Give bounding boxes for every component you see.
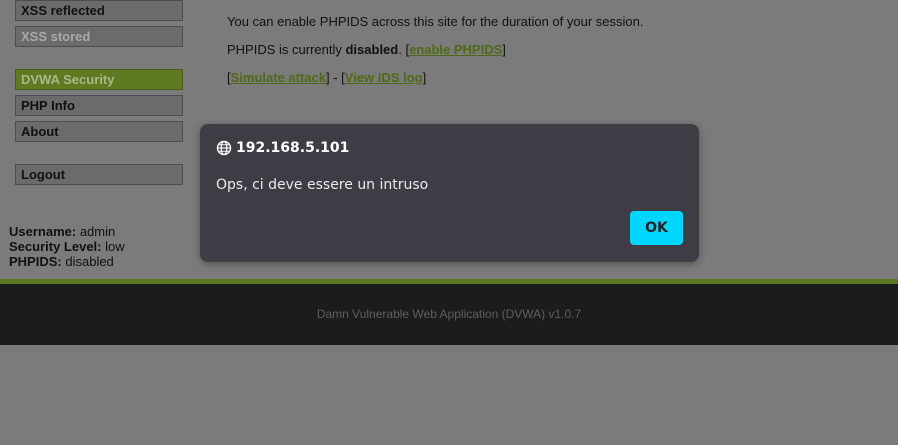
menu-item-label: PHP Info xyxy=(21,98,75,113)
simulate-attack-link[interactable]: Simulate attack xyxy=(231,70,326,85)
phpids-status: disabled xyxy=(345,42,399,57)
phpids-value: disabled xyxy=(65,254,114,269)
phpids-description: You can enable PHPIDS across this site f… xyxy=(227,14,644,29)
menu-item-about[interactable]: About xyxy=(15,121,183,142)
footer: Damn Vulnerable Web Application (DVWA) v… xyxy=(0,284,898,345)
username-value: admin xyxy=(79,224,116,239)
view-ids-log-link[interactable]: View IDS log xyxy=(345,70,423,85)
phpids-label: PHPIDS: xyxy=(9,254,62,269)
menu-item-label: XSS reflected xyxy=(21,3,105,18)
phpids-status-line: PHPIDS is currently disabled. [enable PH… xyxy=(227,42,506,57)
separator: ] - [ xyxy=(326,70,345,85)
user-info: Username: admin Security Level: low PHPI… xyxy=(9,224,125,269)
alert-dialog: 192.168.5.101 Ops, ci deve essere un int… xyxy=(200,124,699,262)
menu-item-label: About xyxy=(21,124,59,139)
footer-text: Damn Vulnerable Web Application (DVWA) v… xyxy=(316,307,582,321)
status-prefix: PHPIDS is currently xyxy=(227,42,346,57)
status-end: ] xyxy=(502,42,506,57)
ok-button[interactable]: OK xyxy=(630,211,683,245)
menu-item-dvwa-security[interactable]: DVWA Security xyxy=(15,69,183,90)
page-bottom-area xyxy=(0,345,898,445)
menu-item-php-info[interactable]: PHP Info xyxy=(15,95,183,116)
dialog-title: 192.168.5.101 xyxy=(236,140,350,156)
username-label: Username: xyxy=(9,224,77,239)
menu-item-xss-stored[interactable]: XSS stored xyxy=(15,26,183,47)
menu-item-label: Logout xyxy=(21,167,66,182)
security-level-value: low xyxy=(105,239,125,254)
menu-item-logout[interactable]: Logout xyxy=(15,164,183,185)
status-mid: . [ xyxy=(398,42,410,57)
ids-actions-line: [Simulate attack] - [View IDS log] xyxy=(227,70,426,85)
security-level-label: Security Level: xyxy=(9,239,102,254)
menu-item-label: XSS stored xyxy=(21,29,91,44)
menu-item-label: DVWA Security xyxy=(21,72,115,87)
menu-item-xss-reflected[interactable]: XSS reflected xyxy=(15,0,183,21)
bracket-close: ] xyxy=(422,70,427,85)
dialog-header: 192.168.5.101 xyxy=(216,140,349,156)
dialog-message: Ops, ci deve essere un intruso xyxy=(216,177,429,193)
enable-phpids-link[interactable]: enable PHPIDS xyxy=(409,42,502,57)
globe-icon xyxy=(216,140,232,156)
